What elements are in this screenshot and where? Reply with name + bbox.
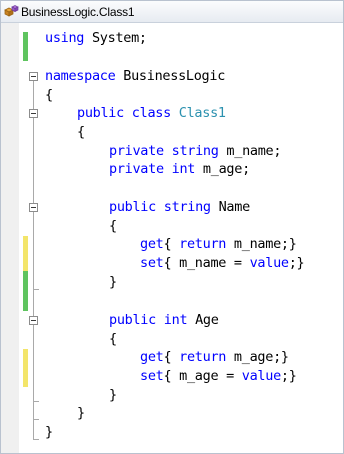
code-line[interactable]: set{ m_name = value;} [140,254,305,273]
change-bar-unsaved [23,349,28,387]
code-line[interactable]: } [109,273,117,292]
type-dropdown[interactable]: BusinessLogic.Class1 [3,3,183,20]
code-line[interactable]: } [77,404,85,423]
class-icon [3,4,19,20]
outline-guide-end [33,439,39,440]
code-line[interactable]: public class Class1 [77,104,226,123]
collapse-toggle-namespace[interactable] [29,72,38,81]
code-line[interactable]: } [45,423,53,442]
code-line[interactable]: public int Age [109,311,219,330]
code-line[interactable]: private int m_age; [109,160,250,179]
change-bar-saved [23,271,28,311]
code-line[interactable]: get{ return m_name;} [140,235,297,254]
code-line[interactable]: namespace BusinessLogic [45,67,225,86]
outline-guide [33,81,34,439]
code-line[interactable]: get{ return m_age;} [140,348,289,367]
outline-guide-end [33,419,39,420]
code-line[interactable]: private string m_name; [109,142,282,161]
code-line[interactable]: public string Name [109,198,250,217]
code-line[interactable]: { [45,86,53,105]
code-line[interactable]: { [77,123,85,142]
code-line[interactable]: { [109,217,117,236]
outline-guide-end [33,289,39,290]
collapse-toggle-name-property[interactable] [29,203,38,212]
code-editor-window: BusinessLogic.Class1 using System; names… [0,0,344,454]
type-dropdown-label: BusinessLogic.Class1 [21,4,135,19]
code-line[interactable]: } [109,386,117,405]
collapse-toggle-class[interactable] [29,109,38,118]
change-bar-unsaved [23,236,28,271]
code-line[interactable]: { [109,330,117,349]
navigation-bar: BusinessLogic.Class1 [1,1,343,23]
indicator-margin [1,23,19,453]
code-line[interactable]: set{ m_age = value;} [140,367,297,386]
collapse-toggle-age-property[interactable] [29,316,38,325]
outline-guide-end [33,401,39,402]
change-bar-saved [23,32,28,61]
code-line[interactable]: using System; [45,29,147,48]
